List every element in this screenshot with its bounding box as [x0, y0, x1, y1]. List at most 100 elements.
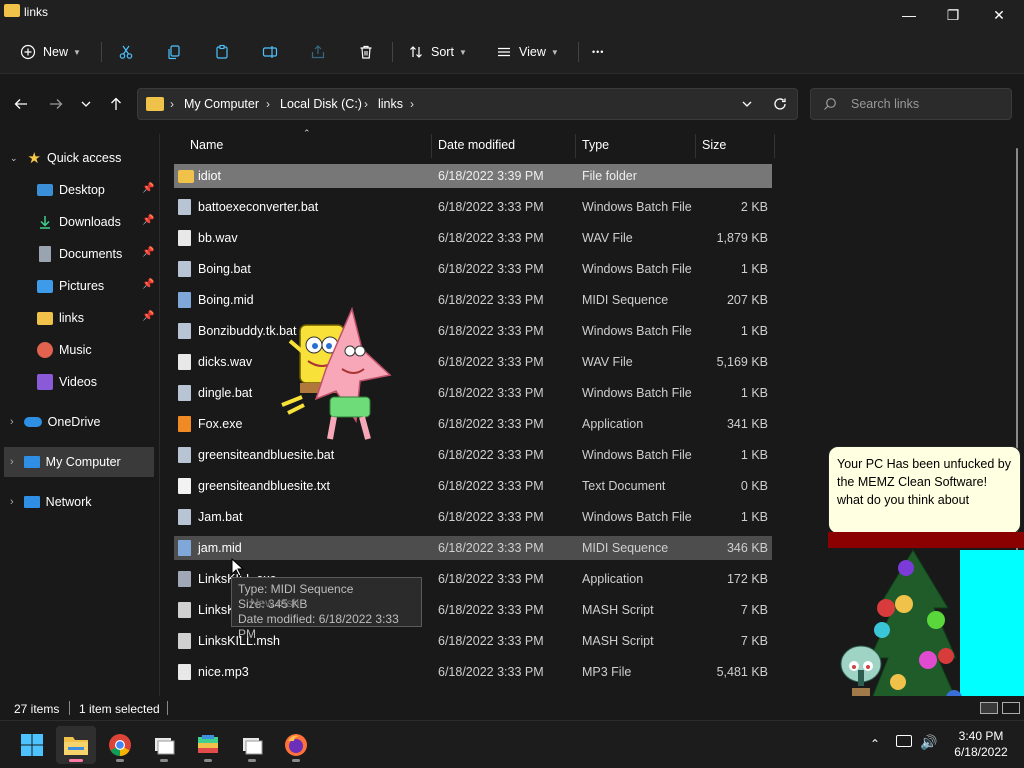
file-size: 207 KB	[726, 293, 768, 307]
minimize-button[interactable]: —	[886, 0, 932, 30]
file-row[interactable]: Bonzibuddy.tk.bat 6/18/2022 3:33 PM Window…	[174, 319, 772, 343]
taskbar-window-2[interactable]	[232, 726, 272, 764]
plus-circle-icon	[20, 44, 36, 60]
file-row[interactable]: dingle.bat 6/18/2022 3:33 PM Windows Batch…	[174, 381, 772, 405]
file-row[interactable]: greensiteandbluesite.bat 6/18/2022 3:33 P…	[174, 443, 772, 467]
search-input[interactable]: Search links	[810, 88, 1012, 120]
file-row[interactable]: nice.mp3 6/18/2022 3:33 PM MP3 File 5,481 K…	[174, 660, 772, 684]
file-row[interactable]: Boing.mid 6/18/2022 3:33 PM MIDI Sequence 2…	[174, 288, 772, 312]
breadcrumb-links[interactable]: links	[378, 97, 403, 111]
system-clock[interactable]: 3:40 PM 6/18/2022	[946, 728, 1016, 760]
network-tray-icon[interactable]	[896, 735, 912, 747]
up-button[interactable]	[104, 92, 128, 116]
start-button[interactable]	[12, 726, 52, 764]
breadcrumb-local-disk[interactable]: Local Disk (C:)	[280, 97, 362, 111]
sidebar-item-desktop[interactable]: Desktop 📌	[37, 175, 158, 205]
sidebar-item-label: Documents	[59, 247, 123, 261]
column-header-date[interactable]: Date modified	[438, 138, 515, 160]
back-button[interactable]	[9, 92, 33, 116]
running-indicator	[160, 759, 168, 762]
pin-icon: 📌	[142, 247, 155, 258]
file-date-modified: 6/18/2022 3:33 PM	[438, 293, 544, 307]
file-type: Windows Batch File	[582, 510, 692, 524]
copy-button[interactable]	[166, 38, 182, 66]
column-header-name[interactable]: Name	[190, 138, 223, 160]
file-size: 1 KB	[740, 448, 768, 462]
recent-locations-button[interactable]	[74, 92, 98, 116]
column-header-size[interactable]: Size	[702, 138, 726, 160]
file-name: battoexeconverter.bat	[198, 200, 319, 214]
file-type: Windows Batch File	[582, 200, 692, 214]
sidebar-item-downloads[interactable]: Downloads 📌	[37, 207, 158, 237]
rename-button[interactable]	[262, 38, 278, 66]
folder-icon	[178, 170, 194, 183]
mash-script-icon	[178, 602, 191, 618]
divider	[392, 42, 393, 62]
taskbar-file-window[interactable]	[144, 726, 184, 764]
file-row[interactable]: battoexeconverter.bat 6/18/2022 3:33 PM Wi…	[174, 195, 772, 219]
chevron-up-icon[interactable]: ⌃	[870, 737, 880, 751]
star-icon: ★	[27, 150, 41, 167]
scissors-icon	[119, 45, 133, 59]
delete-button[interactable]	[358, 38, 374, 66]
sidebar-item-links[interactable]: links 📌	[37, 303, 158, 333]
file-row[interactable]: greensiteandbluesite.txt 6/18/2022 3:33 P…	[174, 474, 772, 498]
close-button[interactable]: ✕	[976, 0, 1022, 30]
sidebar-item-documents[interactable]: Documents 📌	[37, 239, 158, 269]
midi-file-icon	[178, 540, 191, 556]
file-row[interactable]: idiot 6/18/2022 3:39 PM File folder	[174, 164, 772, 188]
file-row[interactable]: Fox.exe 6/18/2022 3:33 PM Application 341 K…	[174, 412, 772, 436]
taskbar-bluestacks[interactable]	[188, 726, 228, 764]
view-icon	[498, 47, 510, 57]
file-type: WAV File	[582, 231, 633, 245]
column-separator[interactable]	[431, 134, 432, 158]
stacked-layers-icon	[198, 735, 218, 753]
cut-button[interactable]	[118, 38, 134, 66]
file-type: MIDI Sequence	[582, 293, 669, 307]
sidebar-item-my-computer[interactable]: › My Computer	[4, 447, 154, 477]
taskbar-file-explorer[interactable]	[56, 726, 96, 764]
column-separator[interactable]	[575, 134, 576, 158]
file-row[interactable]: bb.wav 6/18/2022 3:33 PM WAV File 1,879 KB	[174, 226, 772, 250]
column-separator[interactable]	[695, 134, 696, 158]
column-header-type[interactable]: Type	[582, 138, 609, 160]
sort-button[interactable]: Sort ▼	[408, 38, 467, 66]
command-bar: New ▼ Sort ▼ View ▼ •••	[0, 30, 1024, 74]
tiles-view-icon[interactable]	[1002, 702, 1020, 714]
more-options-button[interactable]: •••	[592, 38, 604, 66]
file-name: greensiteandbluesite.bat	[198, 448, 335, 462]
sidebar-item-pictures[interactable]: Pictures 📌	[37, 271, 158, 301]
breadcrumb-my-computer[interactable]: My Computer	[184, 97, 259, 111]
forward-button[interactable]	[44, 92, 68, 116]
volume-icon[interactable]: 🔊	[920, 734, 937, 751]
file-row[interactable]: Boing.bat 6/18/2022 3:33 PM Windows Batch …	[174, 257, 772, 281]
clock-date: 6/18/2022	[954, 745, 1008, 759]
file-size: 1 KB	[740, 510, 768, 524]
sidebar-item-label: OneDrive	[47, 415, 101, 429]
taskbar-chrome[interactable]	[100, 726, 140, 764]
address-dropdown-button[interactable]	[741, 98, 753, 113]
new-button[interactable]: New ▼	[20, 38, 81, 66]
sidebar-item-network[interactable]: › Network	[10, 487, 92, 517]
address-bar[interactable]: › My Computer › Local Disk (C:) › links …	[137, 88, 798, 120]
maximize-button[interactable]: ❐	[930, 0, 976, 30]
refresh-button[interactable]	[772, 96, 788, 115]
file-type: MASH Script	[582, 603, 654, 617]
audio-file-icon	[178, 664, 191, 680]
file-name: Boing.bat	[198, 262, 251, 276]
file-row[interactable]: Jam.bat 6/18/2022 3:33 PM Windows Batch Fi…	[174, 505, 772, 529]
file-row[interactable]: dicks.wav 6/18/2022 3:33 PM WAV File 5,169 …	[174, 350, 772, 374]
column-separator[interactable]	[774, 134, 775, 158]
sidebar-item-music[interactable]: Music	[37, 335, 158, 365]
file-row[interactable]: jam.mid 6/18/2022 3:33 PM MIDI Sequence 346…	[174, 536, 772, 560]
view-button[interactable]: View ▼	[496, 38, 559, 66]
details-view-icon[interactable]	[980, 702, 998, 714]
paste-button[interactable]	[214, 38, 230, 66]
sidebar-item-onedrive[interactable]: › OneDrive	[10, 407, 100, 437]
sidebar-item-videos[interactable]: Videos	[37, 367, 158, 397]
chevron-right-icon: ›	[170, 97, 174, 111]
share-button[interactable]	[310, 38, 326, 66]
sidebar-item-label: Desktop	[59, 183, 105, 197]
sidebar-item-quick-access[interactable]: ⌄ ★ Quick access	[10, 143, 121, 173]
taskbar-firefox[interactable]	[276, 726, 316, 764]
